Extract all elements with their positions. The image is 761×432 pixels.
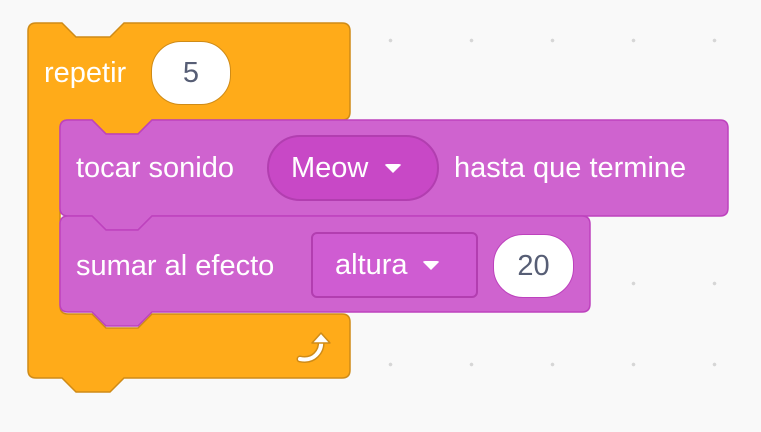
chevron-down-icon — [384, 163, 403, 173]
effect-value-input[interactable]: 20 — [493, 234, 574, 298]
until-done-label: hasta que termine — [454, 152, 687, 184]
change-effect-label: sumar al efecto — [76, 250, 275, 282]
effect-dropdown-value: altura — [335, 248, 408, 281]
sound-dropdown-value: Meow — [291, 151, 369, 184]
chevron-down-icon — [421, 260, 440, 270]
repeat-label: repetir — [44, 57, 127, 89]
loop-arrow-icon — [296, 332, 331, 363]
code-workspace[interactable]: repetir 5 tocar sonido Meow hasta que te… — [0, 0, 761, 432]
play-sound-label: tocar sonido — [76, 152, 234, 184]
repeat-count-input[interactable]: 5 — [151, 41, 231, 105]
sound-dropdown[interactable]: Meow — [267, 135, 439, 201]
effect-dropdown[interactable]: altura — [311, 232, 478, 298]
